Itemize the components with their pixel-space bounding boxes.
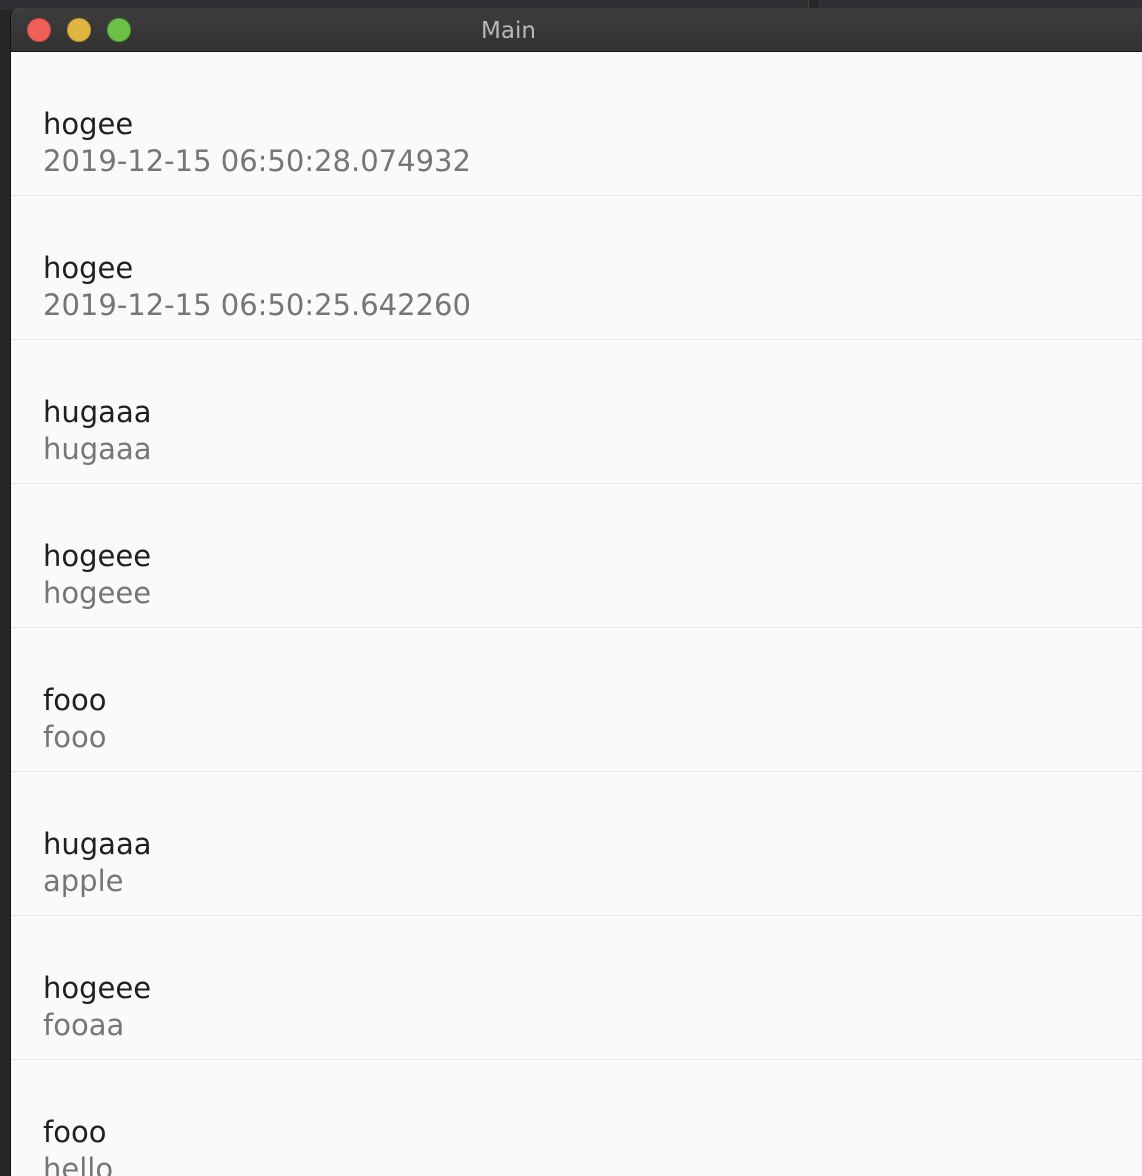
list-item-subtitle: 2019-12-15 06:50:25.642260	[43, 288, 471, 322]
list-item[interactable]: fooo fooo	[11, 628, 1142, 772]
title-bar[interactable]: Main	[11, 8, 1142, 52]
list-item-title: hogee	[43, 251, 134, 285]
list-item[interactable]: hogeee fooaa	[11, 916, 1142, 1060]
list-item[interactable]: hogee 2019-12-15 06:50:25.642260	[11, 196, 1142, 340]
list-item-title: hogee	[43, 107, 134, 141]
list-item[interactable]: hugaaa apple	[11, 772, 1142, 916]
list-item-subtitle: fooaa	[43, 1008, 125, 1042]
list-item-subtitle: fooo	[43, 720, 107, 754]
list-item-title: fooo	[43, 683, 107, 717]
list-item[interactable]: hugaaa hugaaa	[11, 340, 1142, 484]
list-item-subtitle: hello	[43, 1152, 114, 1176]
list-item[interactable]: hogee 2019-12-15 06:50:28.074932	[11, 52, 1142, 196]
list-item-subtitle: hogeee	[43, 576, 152, 610]
list-item-subtitle: apple	[43, 864, 124, 898]
list-item-subtitle: 2019-12-15 06:50:28.074932	[43, 144, 471, 178]
list-item-subtitle: hugaaa	[43, 432, 152, 466]
list-item-title: fooo	[43, 1115, 107, 1149]
main-window: Main hogee 2019-12-15 06:50:28.074932 ho…	[10, 8, 1142, 1176]
list-item-title: hugaaa	[43, 827, 152, 861]
list-item-title: hogeee	[43, 971, 152, 1005]
list-item[interactable]: hogeee hogeee	[11, 484, 1142, 628]
window-title: Main	[481, 18, 536, 44]
list-item-title: hugaaa	[43, 395, 152, 429]
item-list[interactable]: hogee 2019-12-15 06:50:28.074932 hogee 2…	[11, 52, 1142, 1176]
list-item-title: hogeee	[43, 539, 152, 573]
list-item[interactable]: fooo hello	[11, 1060, 1142, 1176]
